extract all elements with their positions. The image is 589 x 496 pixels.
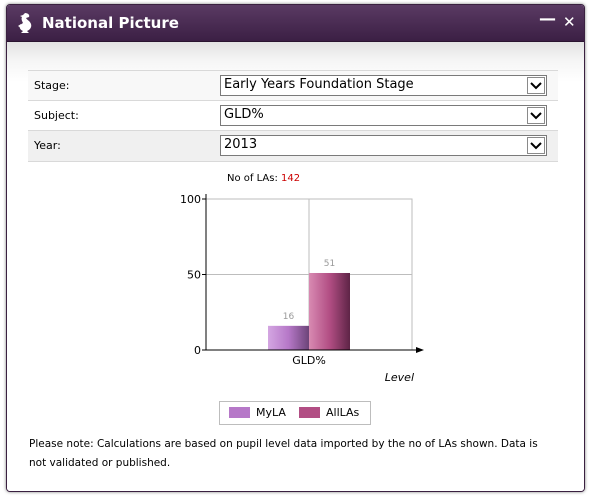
chart-legend: MyLA AllLAs bbox=[219, 401, 371, 425]
legend-label-myla: MyLA bbox=[256, 406, 286, 419]
y-tick-label: 50 bbox=[187, 269, 201, 282]
national-picture-window: National Picture — ✕ Stage: Early Years … bbox=[6, 4, 585, 492]
dragon-icon bbox=[18, 13, 32, 33]
legend-swatch-myla bbox=[229, 407, 250, 418]
legend-swatch-alllas bbox=[299, 407, 320, 418]
content-area: Stage: Early Years Foundation Stage Subj… bbox=[7, 42, 584, 491]
y-tick-label: 100 bbox=[180, 193, 201, 206]
close-button[interactable]: ✕ bbox=[563, 12, 576, 32]
window-title: National Picture bbox=[42, 14, 179, 32]
x-axis-arrow-icon bbox=[416, 347, 424, 353]
data-label: 16 bbox=[283, 312, 295, 322]
bar-myla bbox=[268, 325, 309, 350]
disclaimer-note: Please note: Calculations are based on p… bbox=[29, 438, 538, 469]
x-tick-label: GLD% bbox=[292, 354, 326, 367]
bar-alllas bbox=[309, 272, 350, 350]
y-tick-label: 0 bbox=[194, 344, 201, 357]
minimize-button[interactable]: — bbox=[539, 9, 556, 29]
legend-label-alllas: AllLAs bbox=[326, 406, 360, 419]
data-label: 51 bbox=[324, 259, 335, 269]
title-bar: National Picture — ✕ bbox=[7, 5, 584, 42]
x-axis-label: Level bbox=[385, 371, 414, 384]
